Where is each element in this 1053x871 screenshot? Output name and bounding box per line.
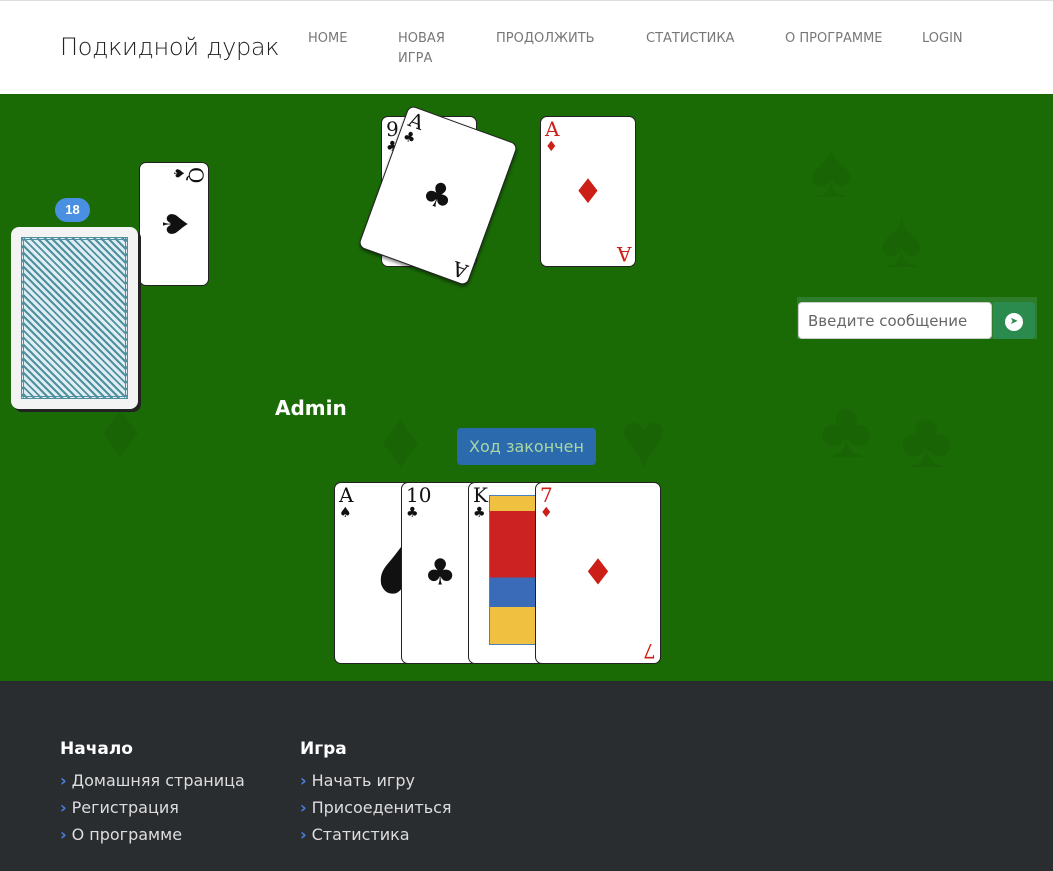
footer-column-start: Начало Домашняя страница Регистрация О п… [60,739,245,848]
deck [11,227,138,409]
deck-count-badge: 18 [55,198,90,222]
player-name: Admin [275,396,347,420]
nav-home[interactable]: HOME [308,29,388,49]
card-center-suit: ♦ [581,552,615,594]
background-spade-icon: ♠ [880,195,923,284]
footer: Начало Домашняя страница Регистрация О п… [0,681,1053,871]
brand-title[interactable]: Подкидной дурак [60,33,280,61]
footer-link-start-game[interactable]: Начать игру [300,767,452,794]
footer-column-game: Игра Начать игру Присоедениться Статисти… [300,739,452,848]
hand-card[interactable]: 7 ♦ ♦ 7 [535,482,661,664]
footer-link-home[interactable]: Домашняя страница [60,767,245,794]
card-rank: A [339,483,354,507]
card-suit: ♣ [400,128,418,148]
card-suit: ♦ [545,139,558,155]
card-rank: K [473,483,488,507]
footer-link-statistics[interactable]: Статистика [300,821,452,848]
background-heart-icon: ♥ [620,395,668,484]
footer-link-about[interactable]: О программе [60,821,245,848]
chat-box: ➤ [797,297,1037,339]
nav-continue[interactable]: ПРОДОЛЖИТЬ [496,29,616,49]
nav-statistics[interactable]: СТАТИСТИКА [646,29,756,49]
card-rank: A [448,256,471,284]
game-table: ♠ ♠ ♦ ♦ ♣ ♣ ♥ Q ♠ ♠ 18 9 ♣ 9 A ♣ ♣ A A ♦… [0,94,1053,681]
footer-heading: Начало [60,739,133,759]
card-back-pattern [21,237,128,399]
chat-message-input[interactable] [798,302,992,339]
card-rank: 7 [540,483,553,507]
card-suit: ♣ [406,505,419,521]
trump-card: Q ♠ ♠ [139,162,209,286]
telegram-send-icon: ➤ [1005,312,1023,331]
card-center-suit: ♣ [416,171,460,220]
card-suit: ♣ [473,505,486,521]
card-suit: ♠ [339,505,352,521]
card-suit: ♦ [540,505,553,521]
send-message-button[interactable]: ➤ [993,302,1035,339]
background-spade-icon: ♠ [810,125,853,214]
table-card[interactable]: A ♦ ♦ A [540,116,636,267]
card-center-suit: ♦ [572,171,604,212]
footer-heading: Игра [300,739,347,759]
nav-new-game[interactable]: НОВАЯ ИГРА [398,29,458,69]
background-diamond-icon: ♦ [380,395,421,484]
card-rank: 7 [643,639,656,663]
end-turn-button[interactable]: Ход закончен [457,428,596,465]
card-center-suit: ♠ [154,208,194,240]
card-rank: 10 [406,483,432,507]
background-club-icon: ♣ [900,395,953,484]
navbar: Подкидной дурак HOME НОВАЯ ИГРА ПРОДОЛЖИ… [0,0,1053,94]
nav-about[interactable]: О ПРОГРАММЕ [785,29,885,49]
nav-login[interactable]: LOGIN [922,29,1002,49]
background-club-icon: ♣ [820,385,873,474]
card-rank: A [616,242,631,266]
footer-link-register[interactable]: Регистрация [60,794,245,821]
card-rank: A [545,117,560,141]
footer-link-join[interactable]: Присоедениться [300,794,452,821]
